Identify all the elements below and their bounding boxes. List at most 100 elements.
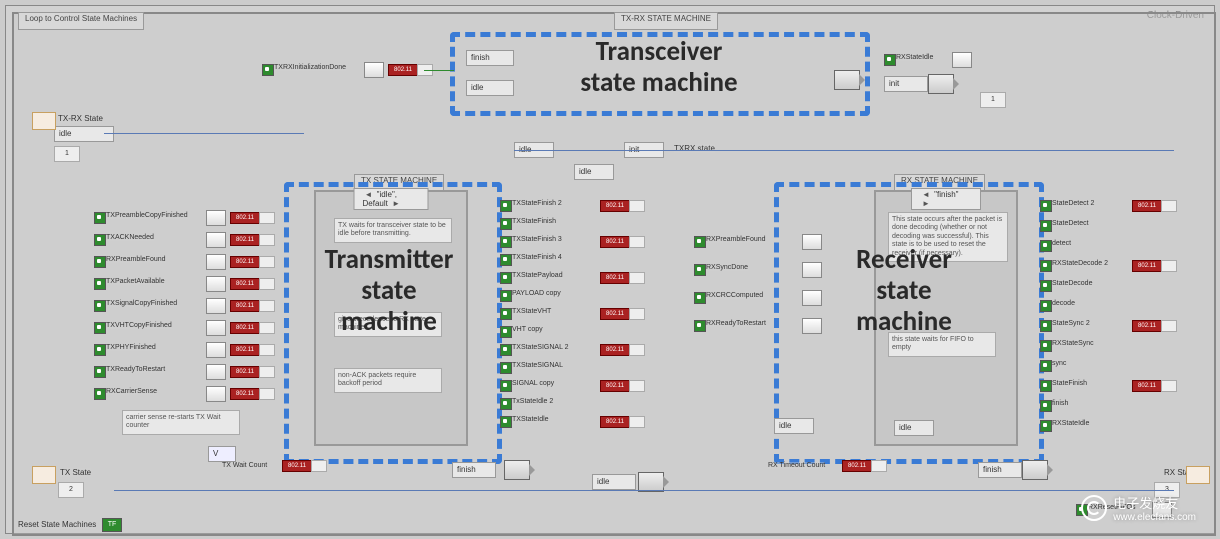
bool-node (94, 322, 106, 334)
tx-output-label: PAYLOAD copy (512, 290, 561, 297)
rx-timeout-count-label: RX Timeout Count (768, 462, 825, 469)
idle-enum: idle (774, 418, 814, 434)
idle-enum: idle (592, 474, 636, 490)
tx-wait-count-label: TX Wait Count (222, 462, 267, 469)
txrx-state-value[interactable]: idle (54, 126, 114, 142)
bool-node (94, 256, 106, 268)
prim-icon (802, 290, 822, 306)
bool-node (500, 200, 512, 212)
readout-802: 802.11 (230, 212, 260, 224)
readout-802: 802.11 (230, 278, 260, 290)
bool-node (500, 362, 512, 374)
rx-output-label: StateSync 2 (1052, 320, 1090, 327)
finish-enum: finish (466, 50, 514, 66)
prim-icon (206, 364, 226, 380)
tx-input-label: TXVHTCopyFinished (106, 322, 172, 329)
tx-input-label: TXPacketAvailable (106, 278, 165, 285)
bool-node (1040, 360, 1052, 372)
wire (424, 70, 454, 71)
readout-802: 802.11 (842, 460, 872, 472)
tx-input-label: TXPreambleCopyFinished (106, 212, 188, 219)
tx-input-label: RXCarrierSense (106, 388, 157, 395)
prim-icon (802, 318, 822, 334)
reset-state-machines-label: Reset State Machines (18, 520, 96, 529)
finish-enum: finish (978, 462, 1022, 478)
wire (104, 133, 304, 134)
bool-node (1040, 260, 1052, 272)
bool-node (500, 236, 512, 248)
canvas: Clock-Driven Loop to Control State Machi… (5, 5, 1215, 534)
bool-node (1040, 220, 1052, 232)
tx-output-label: TxStateIdle 2 (512, 398, 553, 405)
tx-output-label: SIGNAL copy (512, 380, 554, 387)
prim-icon (802, 234, 822, 250)
wire (514, 150, 1174, 151)
transceiver-annotation-text: Transceiver state machine (534, 36, 784, 98)
bool-node (1040, 240, 1052, 252)
bool-node (694, 292, 706, 304)
readout-802: 802.11 (282, 460, 312, 472)
select-node (1022, 460, 1048, 480)
rx-output-label: sync (1052, 360, 1066, 367)
bool-node (94, 234, 106, 246)
bool-node (500, 416, 512, 428)
prim-icon (206, 232, 226, 248)
bool-node (94, 388, 106, 400)
tx-output-label: TXStateFinish (512, 218, 556, 225)
bool-node (1040, 320, 1052, 332)
txrx-init-done-label: TXRXInitializationDone (274, 64, 346, 71)
tx-output-label: TXStatePayload (512, 272, 563, 279)
bool-node (500, 380, 512, 392)
prim-icon (206, 254, 226, 270)
readout-802: 802.11 (1132, 320, 1162, 332)
rx-output-label: StateDecode (1052, 280, 1092, 287)
watermark: 电子发烧友 www.elecfans.com (1081, 493, 1196, 523)
bool-node (500, 290, 512, 302)
bool-node (500, 344, 512, 356)
tx-output-label: TXStateFinish 3 (512, 236, 562, 243)
init-enum: init (884, 76, 928, 92)
prim-icon (206, 276, 226, 292)
readout-802: 802.11 (600, 344, 630, 356)
bool-node (1040, 380, 1052, 392)
cluster-icon (1186, 466, 1210, 484)
prim-icon (802, 262, 822, 278)
bool-node (1040, 280, 1052, 292)
tx-output-label: TXStateFinish 4 (512, 254, 562, 261)
tunnel-left: 2 (58, 482, 84, 498)
readout-802: 802.11 (388, 64, 418, 76)
finish-enum: finish (452, 462, 496, 478)
tx-input-label: TXSignalCopyFinished (106, 300, 177, 307)
bool-node (500, 254, 512, 266)
bool-node (884, 54, 896, 66)
tx-input-label: TXPHYFinished (106, 344, 156, 351)
rx-input-label: RXReadyToRestart (706, 320, 766, 327)
tx-input-label: TXACKNeeded (106, 234, 154, 241)
prim-icon (206, 342, 226, 358)
readout-802: 802.11 (1132, 260, 1162, 272)
wire (114, 490, 1174, 491)
cluster-icon (32, 112, 56, 130)
prim-icon (206, 320, 226, 336)
tx-output-label: TXStateVHT (512, 308, 551, 315)
readout-802: 802.11 (600, 308, 630, 320)
cs-comment: carrier sense re-starts TX Wait counter (122, 410, 240, 435)
bool-node (262, 64, 274, 76)
bool-node (94, 212, 106, 224)
tx-input-label: RXPreambleFound (106, 256, 166, 263)
watermark-brand: 电子发烧友 (1113, 493, 1196, 512)
bool-node (500, 272, 512, 284)
rxstateidle-label: RXStateIdle (896, 54, 933, 61)
prim-icon (952, 52, 972, 68)
v-icon: V (208, 446, 236, 462)
txrx-state-bus-label: TXRX state (674, 144, 715, 153)
reset-bool-constant[interactable]: TF (102, 518, 122, 532)
readout-802: 802.11 (600, 416, 630, 428)
bool-node (1040, 340, 1052, 352)
bool-node (94, 366, 106, 378)
select-node (504, 460, 530, 480)
bool-node (1040, 400, 1052, 412)
rx-output-label: RXStateSync (1052, 340, 1094, 347)
select-node (834, 70, 860, 90)
rx-output-label: StateDetect (1052, 220, 1089, 227)
